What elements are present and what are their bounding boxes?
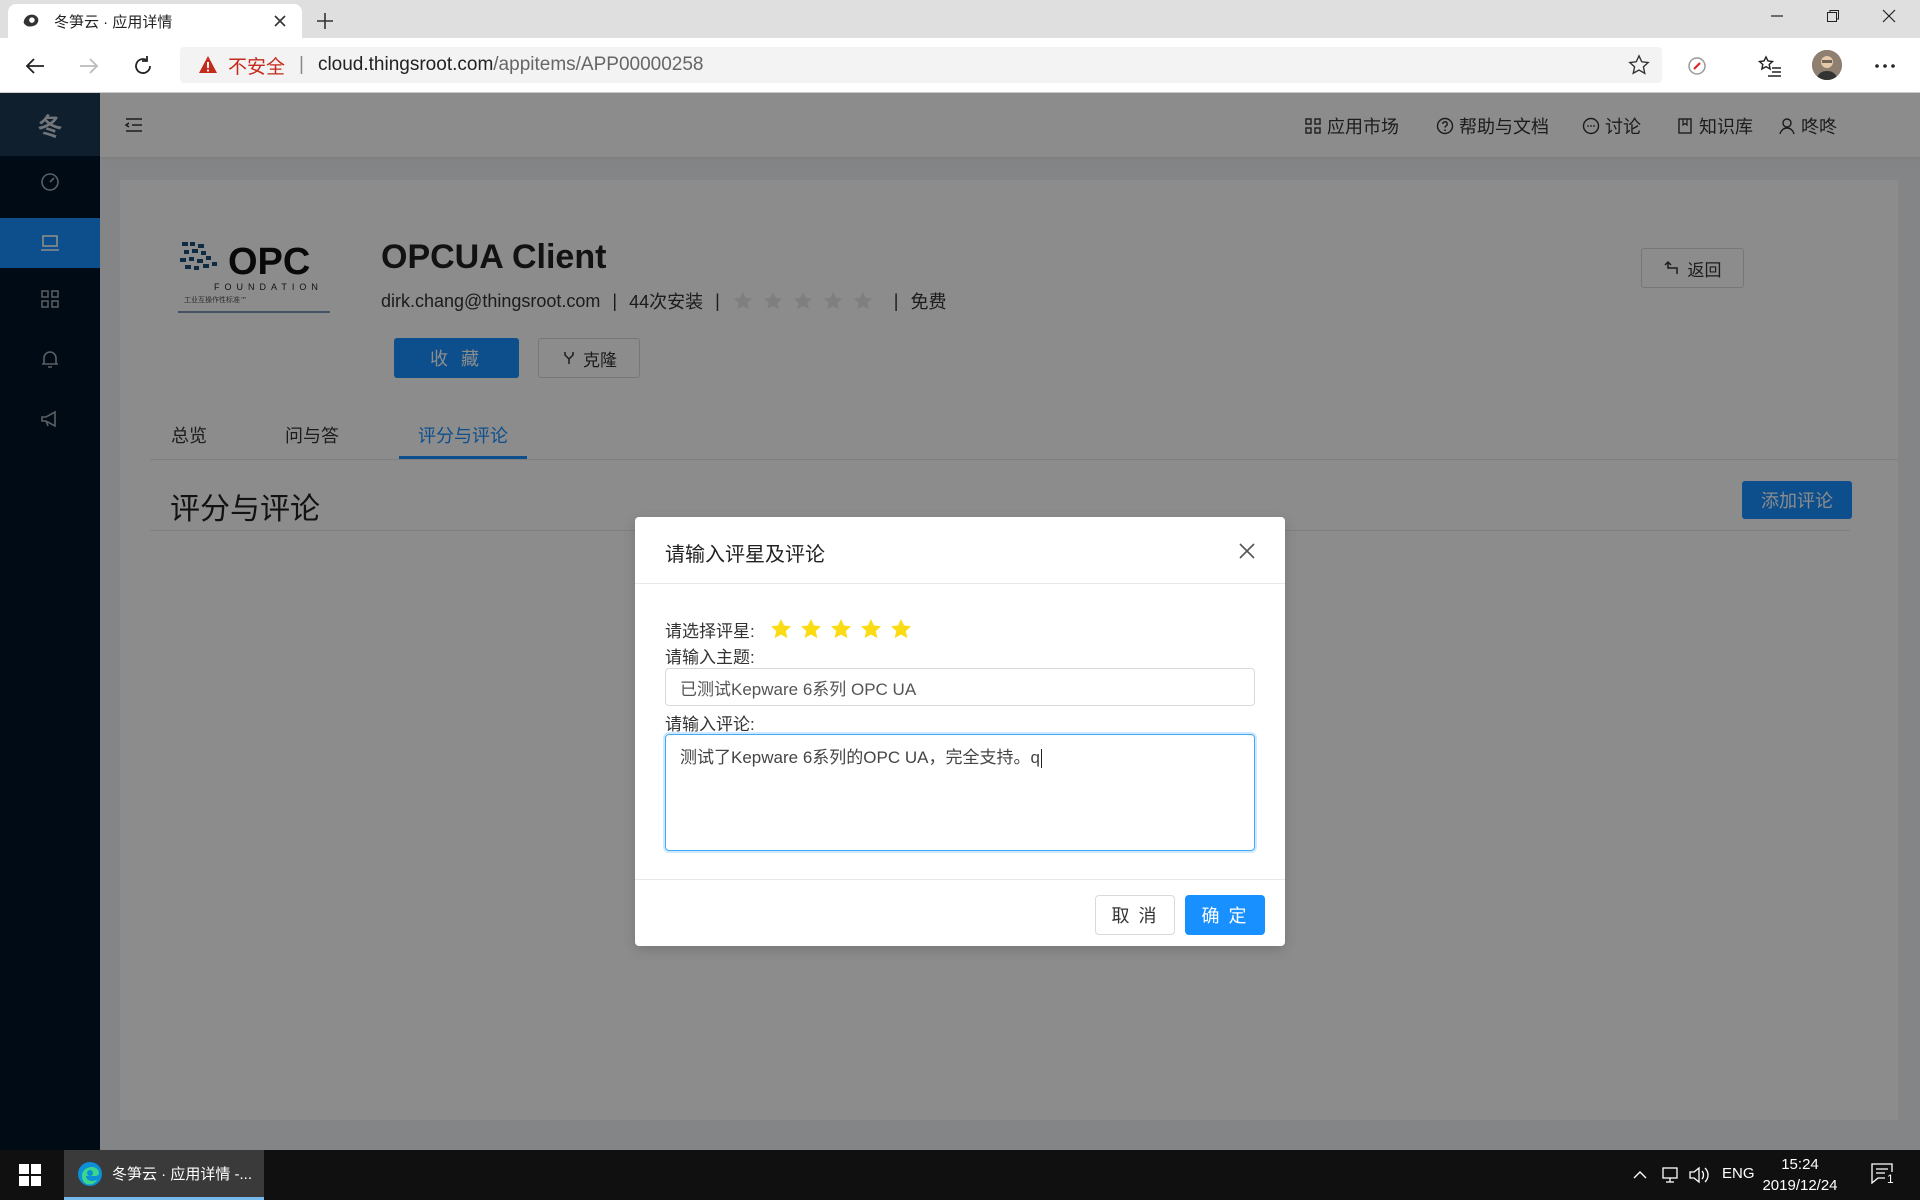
modal-title: 请输入评星及评论 <box>665 544 825 566</box>
url-path: /appitems/APP00000258 <box>493 54 704 75</box>
close-tab-icon[interactable] <box>270 11 290 31</box>
star-icon[interactable] <box>889 617 913 641</box>
windows-taskbar: 冬笋云 · 应用详情 -... ENG 15:24 2019/12/24 1 <box>0 1150 1920 1200</box>
arrow-right-icon <box>80 58 99 74</box>
star-icon[interactable] <box>799 617 823 641</box>
restore-button[interactable] <box>1810 0 1856 32</box>
user-avatar-icon <box>1812 50 1842 80</box>
security-label[interactable]: 不安全 <box>228 52 285 79</box>
site-favicon-icon <box>23 14 39 27</box>
arrow-left-icon <box>25 58 44 74</box>
star-icon[interactable] <box>769 617 793 641</box>
minimize-icon <box>1771 15 1783 17</box>
cancel-button[interactable]: 取 消 <box>1095 895 1175 935</box>
text-caret <box>1040 749 1042 769</box>
star-icon[interactable] <box>859 617 883 641</box>
system-clock[interactable]: 15:24 2019/12/24 <box>1752 1154 1848 1196</box>
more-menu-button[interactable] <box>1870 51 1900 81</box>
favorites-button[interactable] <box>1755 51 1785 81</box>
extension-icon <box>1688 57 1706 75</box>
rating-label: 请选择评星: <box>665 622 755 641</box>
taskbar-edge-app[interactable]: 冬笋云 · 应用详情 -... <box>64 1150 264 1200</box>
notification-center[interactable]: 1 <box>1870 1162 1900 1190</box>
close-window-icon <box>1882 9 1896 23</box>
close-window-button[interactable] <box>1866 0 1912 32</box>
volume-icon[interactable] <box>1688 1165 1710 1185</box>
comment-label: 请输入评论: <box>665 715 755 734</box>
input-language[interactable]: ENG <box>1722 1165 1755 1182</box>
refresh-icon <box>135 56 151 74</box>
profile-avatar[interactable] <box>1812 50 1842 80</box>
browser-tab-strip: 冬笋云 · 应用详情 <box>0 0 1920 38</box>
chevron-up-icon[interactable] <box>1632 1167 1648 1183</box>
start-button[interactable] <box>0 1150 60 1200</box>
rating-input[interactable] <box>769 617 919 641</box>
url-host: cloud.thingsroot.com <box>317 54 494 75</box>
subject-input-value: 已测试Kepware 6系列 OPC UA <box>680 679 917 699</box>
comment-textarea-value: 测试了Kepware 6系列的OPC UA，完全支持。q <box>680 748 1040 767</box>
address-bar[interactable]: 不安全 | cloud.thingsroot.com/appitems/APP0… <box>180 47 1662 83</box>
modal-header: 请输入评星及评论 <box>635 517 1285 584</box>
network-icon[interactable] <box>1660 1165 1680 1185</box>
warning-icon <box>199 56 217 73</box>
edge-browser-icon <box>78 1161 102 1186</box>
back-button[interactable] <box>20 51 50 81</box>
windows-logo-icon <box>19 1164 41 1186</box>
taskbar-app-label: 冬笋云 · 应用详情 -... <box>112 1166 252 1183</box>
tab-title: 冬笋云 · 应用详情 <box>54 13 173 31</box>
ellipsis-icon <box>1875 64 1895 68</box>
favorites-list-icon <box>1758 55 1781 77</box>
ok-button[interactable]: 确 定 <box>1185 895 1265 935</box>
browser-toolbar: 不安全 | cloud.thingsroot.com/appitems/APP0… <box>0 38 1920 93</box>
restore-icon <box>1827 10 1839 22</box>
subject-label: 请输入主题: <box>665 648 755 667</box>
review-modal: 请输入评星及评论 请选择评星: 请输入主题: 已测试Kepware 6系列 OP… <box>635 517 1285 946</box>
minimize-button[interactable] <box>1754 0 1800 32</box>
clock-date: 2019/12/24 <box>1762 1177 1838 1194</box>
url-divider: | <box>299 54 304 75</box>
close-icon[interactable] <box>1237 541 1257 561</box>
new-tab-icon[interactable] <box>312 8 338 34</box>
notification-count: 1 <box>1885 1172 1896 1186</box>
comment-textarea[interactable]: 测试了Kepware 6系列的OPC UA，完全支持。q <box>665 734 1255 851</box>
extension-button[interactable] <box>1682 51 1712 81</box>
favorite-star-icon[interactable] <box>1628 54 1650 76</box>
refresh-button[interactable] <box>128 51 158 81</box>
subject-input[interactable]: 已测试Kepware 6系列 OPC UA <box>665 668 1255 706</box>
forward-button[interactable] <box>74 51 104 81</box>
clock-time: 15:24 <box>1781 1156 1819 1173</box>
star-icon[interactable] <box>829 617 853 641</box>
browser-tab[interactable]: 冬笋云 · 应用详情 <box>8 4 302 38</box>
modal-footer-divider <box>635 879 1285 880</box>
